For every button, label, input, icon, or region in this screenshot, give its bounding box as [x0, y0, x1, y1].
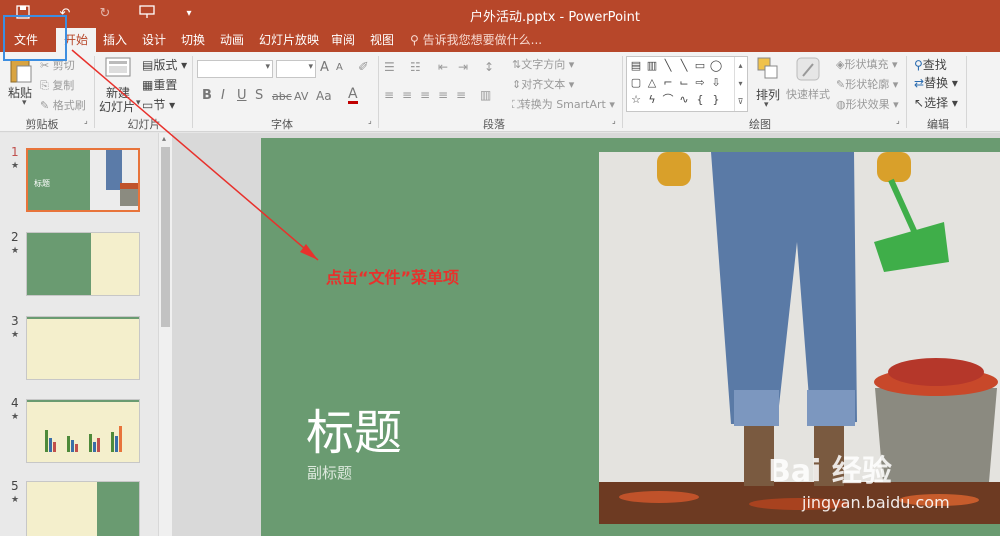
powerpoint-window: ↶ ↻ ▾ 户外活动.pptx - PowerPoint 文件 开始 插入 设计… [0, 0, 1000, 536]
file-tab-highlight-box [3, 15, 67, 61]
baidu-watermark-logo: Bai 经验 [768, 454, 892, 489]
baidu-watermark-url: jingyan.baidu.com [802, 493, 950, 512]
annotation-text: 点击“文件”菜单项 [326, 268, 460, 287]
